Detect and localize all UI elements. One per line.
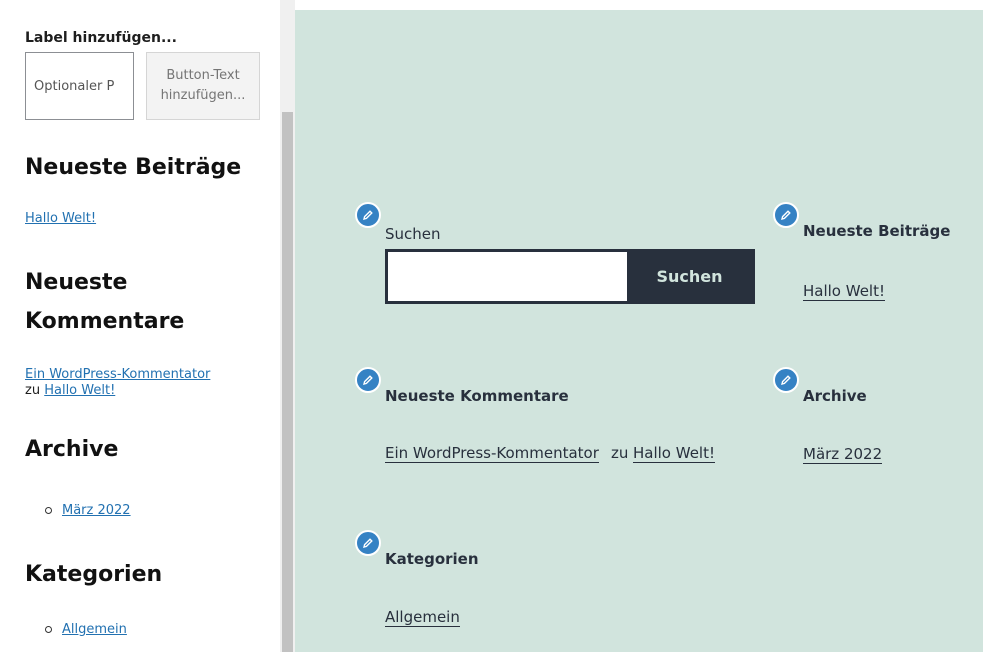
edit-pencil-icon[interactable] (773, 202, 799, 228)
archive-link[interactable]: März 2022 (62, 503, 131, 518)
search-input-placeholder[interactable]: Optionaler P (25, 52, 134, 120)
recent-comments-heading-line2[interactable]: Kommentare (25, 300, 184, 344)
edit-pencil-icon[interactable] (355, 367, 381, 393)
search-widget-heading: Suchen (385, 225, 441, 243)
edit-pencil-icon[interactable] (773, 367, 799, 393)
scrollbar-thumb[interactable] (282, 112, 293, 652)
editor-panel: Label hinzufügen... Optionaler P Button-… (0, 0, 280, 652)
edit-pencil-icon[interactable] (355, 202, 381, 228)
search-input[interactable] (388, 252, 627, 301)
recent-posts-heading[interactable]: Neueste Beiträge (25, 146, 241, 190)
search-form: Suchen (385, 249, 755, 304)
comment-author-link[interactable]: Ein WordPress-Kommentator (385, 444, 599, 463)
bullet-icon (45, 507, 52, 514)
comment-post-link[interactable]: Hallo Welt! (44, 383, 115, 398)
categories-heading[interactable]: Kategorien (25, 553, 162, 597)
archives-heading[interactable]: Archive (25, 428, 118, 472)
widget-preview: Suchen Suchen Neueste Beiträge Hallo Wel… (295, 10, 983, 652)
comment-connector: zu (611, 444, 629, 462)
search-button-text-field[interactable]: Button-Text hinzufügen... (146, 52, 260, 120)
recent-posts-widget-heading: Neueste Beiträge (803, 222, 951, 240)
recent-comments-widget-heading: Neueste Kommentare (385, 387, 569, 405)
archive-link[interactable]: März 2022 (803, 445, 883, 464)
comment-connector: zu (25, 383, 41, 398)
recent-comments-heading-line1[interactable]: Neueste (25, 261, 127, 305)
categories-widget-heading: Kategorien (385, 550, 479, 568)
search-label-field[interactable]: Label hinzufügen... (25, 30, 177, 46)
comment-post-link[interactable]: Hallo Welt! (633, 444, 715, 463)
recent-post-link[interactable]: Hallo Welt! (25, 211, 96, 226)
recent-post-link[interactable]: Hallo Welt! (803, 282, 885, 301)
edit-pencil-icon[interactable] (355, 530, 381, 556)
archive-list-item: März 2022 (45, 503, 131, 518)
comment-author-link[interactable]: Ein WordPress-Kommentator (25, 367, 210, 382)
search-button[interactable]: Suchen (627, 252, 752, 301)
category-list-item: Allgemein (45, 622, 127, 637)
bullet-icon (45, 626, 52, 633)
category-link[interactable]: Allgemein (62, 622, 127, 637)
archives-widget-heading: Archive (803, 387, 867, 405)
category-link[interactable]: Allgemein (385, 608, 460, 627)
